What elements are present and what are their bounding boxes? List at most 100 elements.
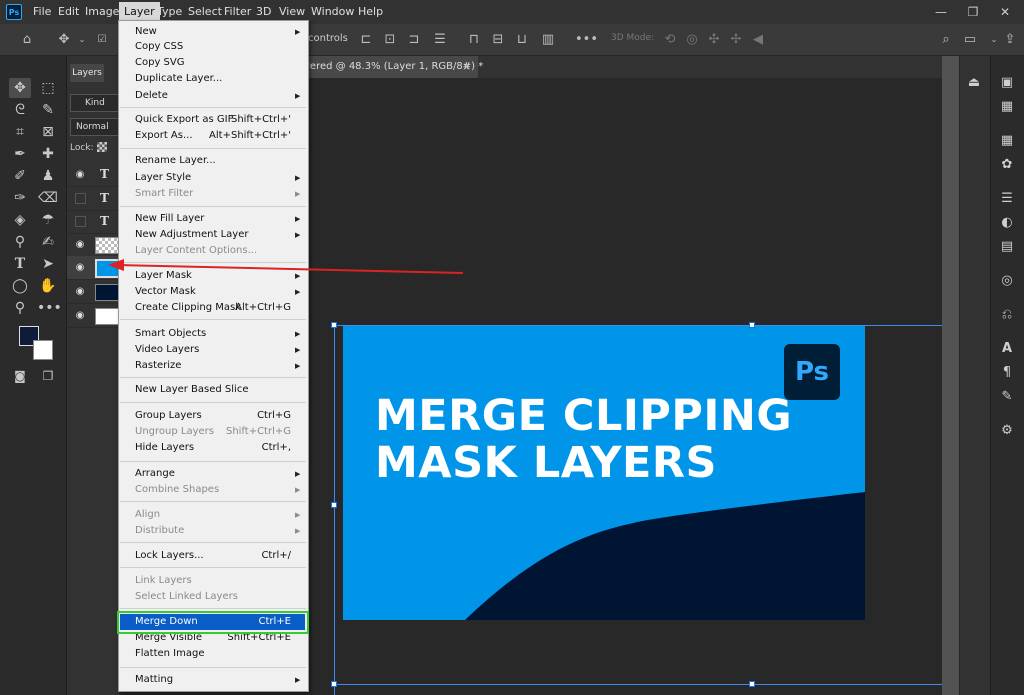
menu-item-matting[interactable]: Matting [135,674,173,685]
lock-transparency-icon[interactable] [97,142,107,152]
crop-tool-icon[interactable]: ⌗ [9,122,31,142]
align-middle-icon[interactable]: ⊟ [490,32,506,48]
photoshop-logo[interactable]: Ps [6,4,22,20]
restore-button[interactable]: ❐ [956,0,990,24]
eye-icon[interactable]: ◉ [73,261,87,275]
menu-item-duplicate-layer[interactable]: Duplicate Layer... [135,73,222,84]
chevron-down-icon[interactable]: ⌄ [74,32,90,48]
transform-handle[interactable] [749,681,755,687]
eye-icon[interactable]: ◉ [73,168,87,182]
align-top-icon[interactable]: ⊓ [466,32,482,48]
menu-item-new-fill-layer[interactable]: New Fill Layer [135,213,204,224]
menu-item-flatten-image[interactable]: Flatten Image [135,648,205,659]
menu-item-arrange[interactable]: Arrange [135,468,175,479]
dodge-tool-icon[interactable]: ⚲ [9,232,31,252]
menu-window[interactable]: Window [306,0,359,24]
patterns-panel-icon[interactable]: ▦ [997,132,1017,150]
3d-camera-icon[interactable]: ◀ [750,32,766,48]
3d-orbit-icon[interactable]: ⟲ [662,32,678,48]
menu-item-lock-layers[interactable]: Lock Layers... [135,550,204,561]
transform-handle[interactable] [749,322,755,328]
color-panel-icon[interactable]: ▣ [997,74,1017,92]
menu-item-create-clipping-mask[interactable]: Create Clipping Mask [135,302,241,313]
share-icon[interactable]: ⇪ [1002,32,1018,48]
paragraph-panel-icon[interactable]: ¶ [997,364,1017,382]
layers-tab[interactable]: Layers [70,64,104,82]
background-color-swatch[interactable] [33,340,53,360]
move-tool-icon[interactable]: ✥ [9,78,31,98]
character-panel-icon[interactable]: A [997,340,1017,358]
menu-item-layer-style[interactable]: Layer Style [135,172,191,183]
workspace-chevron-icon[interactable]: ⌄ [986,32,1002,48]
properties-panel-icon[interactable]: ◐ [997,214,1017,232]
tool-presets-icon[interactable]: ⚙ [997,422,1017,440]
healing-tool-icon[interactable]: ✚ [37,144,59,164]
search-icon[interactable]: ⌕ [938,32,954,48]
distribute-vertical-icon[interactable]: ▥ [540,32,556,48]
screen-mode-icon[interactable]: ❐ [37,366,59,386]
menu-item-delete[interactable]: Delete [135,90,168,101]
paths-panel-icon[interactable]: ⎌ [997,306,1017,324]
eyedropper-tool-icon[interactable]: ✒ [9,144,31,164]
move-tool-icon[interactable]: ✥ [56,32,72,48]
history-brush-icon[interactable]: ✑ [9,188,31,208]
lasso-tool-icon[interactable]: ᘓ [9,100,31,120]
more-options-icon[interactable]: ••• [575,32,598,48]
align-right-icon[interactable]: ⊐ [406,32,422,48]
menu-help[interactable]: Help [353,0,388,24]
more-tools-icon[interactable]: ••• [37,298,62,318]
hidden-visibility-box[interactable] [75,193,86,204]
path-select-icon[interactable]: ➤ [37,254,59,274]
ellipse-tool-icon[interactable]: ◯ [9,276,31,296]
transform-handle[interactable] [331,322,337,328]
layers-panel-icon[interactable]: ▤ [997,238,1017,256]
eye-icon[interactable]: ◉ [73,238,87,252]
menu-item-copy-css[interactable]: Copy CSS [135,41,183,52]
hand-tool-icon[interactable]: ✋ [37,276,59,296]
3d-roll-icon[interactable]: ◎ [684,32,700,48]
menu-item-new-adjustment-layer[interactable]: New Adjustment Layer [135,229,248,240]
transform-handle[interactable] [331,681,337,687]
brush-tool-icon[interactable]: ✐ [9,166,31,186]
menu-item-copy-svg[interactable]: Copy SVG [135,57,184,68]
align-left-icon[interactable]: ⊏ [358,32,374,48]
menu-item-quick-export-as-gif[interactable]: Quick Export as GIF [135,114,233,125]
align-bottom-icon[interactable]: ⊔ [514,32,530,48]
layer-filter-kind[interactable]: Kind [70,94,120,112]
pen-tool-icon[interactable]: ✍ [37,232,59,252]
home-icon[interactable]: ⌂ [19,32,35,48]
workspace-icon[interactable]: ▭ [962,32,978,48]
paint-bucket-icon[interactable]: ◈ [9,210,31,230]
menu-item-vector-mask[interactable]: Vector Mask [135,286,196,297]
adjustments-panel-icon[interactable]: ☰ [997,190,1017,208]
close-window-button[interactable]: ✕ [988,0,1022,24]
menu-item-smart-objects[interactable]: Smart Objects [135,328,206,339]
channels-panel-icon[interactable]: ◎ [997,272,1017,290]
menu-item-export-as[interactable]: Export As... [135,130,193,141]
menu-item-group-layers[interactable]: Group Layers [135,410,202,421]
menu-item-rasterize[interactable]: Rasterize [135,360,181,371]
zoom-tool-icon[interactable]: ⚲ [9,298,31,318]
auto-select-checkbox[interactable]: ☑ [94,32,110,48]
quick-mask-icon[interactable]: ◙ [9,366,31,386]
distribute-icon[interactable]: ☰ [432,32,448,48]
menu-item-layer-mask[interactable]: Layer Mask [135,270,192,281]
eye-icon[interactable]: ◉ [73,285,87,299]
quick-select-tool-icon[interactable]: ✎ [37,100,59,120]
blend-mode-select[interactable]: Normal [70,118,120,136]
hidden-visibility-box[interactable] [75,216,86,227]
frame-tool-icon[interactable]: ⊠ [37,122,59,142]
libraries-panel-icon[interactable]: ✿ [997,156,1017,174]
align-center-icon[interactable]: ⊡ [382,32,398,48]
eraser-tool-icon[interactable]: ⌫ [37,188,59,208]
close-tab-icon[interactable]: × [462,60,471,73]
swatches-panel-icon[interactable]: ▦ [997,98,1017,116]
marquee-tool-icon[interactable]: ⬚ [37,78,59,98]
transform-handle[interactable] [331,502,337,508]
menu-item-new[interactable]: New [135,26,157,37]
brushes-panel-icon[interactable]: ✎ [997,388,1017,406]
menu-item-new-layer-based-slice[interactable]: New Layer Based Slice [135,384,248,395]
show-transform-controls-label[interactable]: controls [308,33,348,44]
artwork-canvas[interactable]: MERGE CLIPPING MASK LAYERS Ps [343,326,865,620]
menu-item-rename-layer[interactable]: Rename Layer... [135,155,216,166]
